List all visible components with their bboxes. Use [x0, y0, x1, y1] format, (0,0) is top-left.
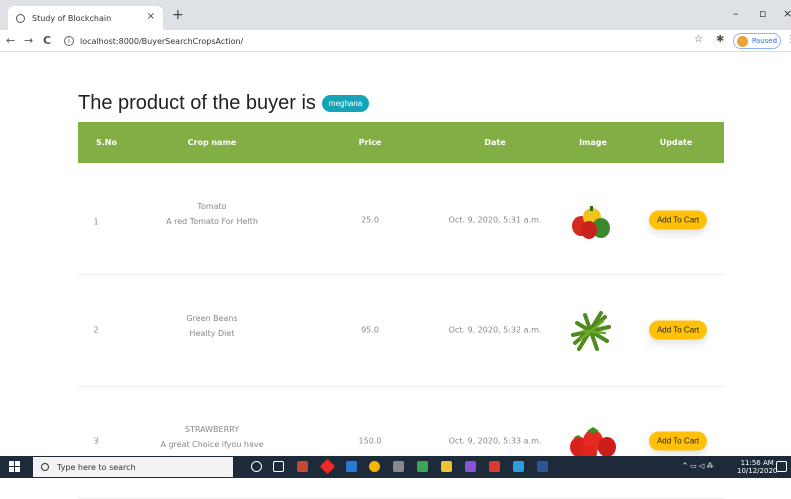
table-row: 3 STRAWBERRY A great Choice ifyou have 1…	[78, 387, 724, 499]
minimize-button[interactable]: –	[733, 7, 739, 20]
cell-crop: Green Beans Healty Diet	[186, 311, 237, 341]
cell-date: Oct. 9, 2020, 5:32 a.m.	[448, 325, 542, 335]
forward-button[interactable]: →	[24, 34, 33, 47]
crop-name: Tomato	[197, 202, 227, 211]
chrome-icon[interactable]	[369, 461, 380, 472]
cell-sno: 2	[93, 325, 99, 335]
cell-sno: 3	[93, 436, 99, 446]
address-bar-row: ← → C i localhost:8000/BuyerSearchCropsA…	[0, 30, 791, 52]
crop-description: A great Choice ifyou have	[160, 440, 264, 449]
app-icon[interactable]	[393, 461, 404, 472]
new-tab-button[interactable]: +	[172, 7, 184, 23]
tab-title: Study of Blockchain	[32, 13, 112, 23]
bell-peppers-image	[572, 206, 610, 239]
header-sno: S.No	[96, 138, 117, 147]
buyer-badge: meghana	[321, 95, 370, 112]
cell-crop: STRAWBERRY A great Choice ifyou have	[160, 422, 263, 452]
bookmark-star-icon[interactable]: ☆	[694, 34, 703, 45]
app-icon[interactable]	[513, 461, 524, 472]
cell-price: 95.0	[361, 325, 379, 335]
crop-description: Healty Diet	[189, 329, 235, 338]
cell-sno: 1	[93, 217, 99, 227]
task-view-icon[interactable]	[273, 461, 284, 472]
profile-button[interactable]: Paused	[733, 33, 781, 49]
address-bar[interactable]: i localhost:8000/BuyerSearchCropsAction/	[64, 33, 684, 49]
cell-date: Oct. 9, 2020, 5:33 a.m.	[448, 436, 542, 446]
header-price: Price	[358, 138, 382, 147]
page-heading: The product of the buyer is meghana	[78, 92, 370, 115]
taskbar-search[interactable]: Type here to search	[33, 457, 233, 477]
avatar	[737, 35, 748, 47]
search-placeholder: Type here to search	[57, 462, 136, 472]
search-icon	[41, 463, 49, 471]
notifications-icon[interactable]	[776, 461, 787, 472]
app-icon[interactable]	[297, 461, 308, 472]
header-crop-name: Crop name	[187, 138, 237, 147]
green-beans-image	[571, 311, 611, 351]
taskbar-clock[interactable]: 11:56 AM 10/12/2020	[737, 459, 777, 475]
app-icon[interactable]	[319, 458, 336, 475]
word-icon[interactable]	[537, 461, 548, 472]
globe-icon	[16, 13, 25, 23]
pycharm-icon[interactable]	[417, 461, 428, 472]
system-tray-icons[interactable]: ^ ▭ ◁ ⁂	[682, 462, 714, 470]
header-update: Update	[659, 138, 693, 147]
menu-icon[interactable]: ⋮	[786, 34, 791, 45]
header-image: Image	[579, 138, 607, 147]
cell-price: 150.0	[358, 436, 382, 446]
back-button[interactable]: ←	[6, 34, 15, 47]
add-to-cart-button[interactable]: Add To Cart	[648, 210, 708, 230]
windows-taskbar: Type here to search ^ ▭ ◁ ⁂ 11:56 AM 10/…	[0, 456, 791, 478]
cortana-icon[interactable]	[251, 461, 262, 472]
vscode-icon[interactable]	[346, 461, 357, 472]
profile-status: Paused	[752, 37, 778, 45]
browser-tab-bar: Study of Blockchain × + – ▫ ×	[0, 0, 791, 30]
file-explorer-icon[interactable]	[441, 461, 452, 472]
url-text: localhost:8000/BuyerSearchCropsAction/	[80, 36, 244, 46]
clock-time: 11:56 AM	[740, 459, 774, 467]
add-to-cart-button[interactable]: Add To Cart	[648, 320, 708, 340]
table-row: 2 Green Beans Healty Diet 95.0 Oct. 9, 2…	[78, 275, 724, 387]
table-row: 1 Tomato A red Tomato For Helth 25.0 Oct…	[78, 163, 724, 275]
restore-button[interactable]: ▫	[759, 7, 766, 20]
crop-name: Green Beans	[186, 314, 238, 323]
extensions-icon[interactable]: ✱	[716, 34, 724, 45]
heading-text: The product of the buyer is	[78, 92, 316, 114]
cell-date: Oct. 9, 2020, 5:31 a.m.	[448, 215, 542, 225]
cell-crop: Tomato A red Tomato For Helth	[166, 199, 258, 229]
pdf-icon[interactable]	[489, 461, 500, 472]
close-window-button[interactable]: ×	[783, 7, 791, 20]
reload-button[interactable]: C	[43, 34, 51, 47]
add-to-cart-button[interactable]: Add To Cart	[648, 431, 708, 451]
crop-name: STRAWBERRY	[184, 425, 240, 434]
tab-close-button[interactable]: ×	[147, 11, 155, 22]
clock-date: 10/12/2020	[737, 467, 778, 475]
header-date: Date	[484, 138, 506, 147]
browser-tab[interactable]: Study of Blockchain ×	[8, 6, 163, 30]
crop-description: A red Tomato For Helth	[166, 217, 258, 226]
cell-price: 25.0	[361, 215, 379, 225]
windows-start-icon[interactable]	[9, 461, 21, 473]
info-icon[interactable]: i	[64, 36, 74, 46]
table-header: S.No Crop name Price Date Image Update	[78, 122, 724, 163]
app-icon[interactable]	[465, 461, 476, 472]
